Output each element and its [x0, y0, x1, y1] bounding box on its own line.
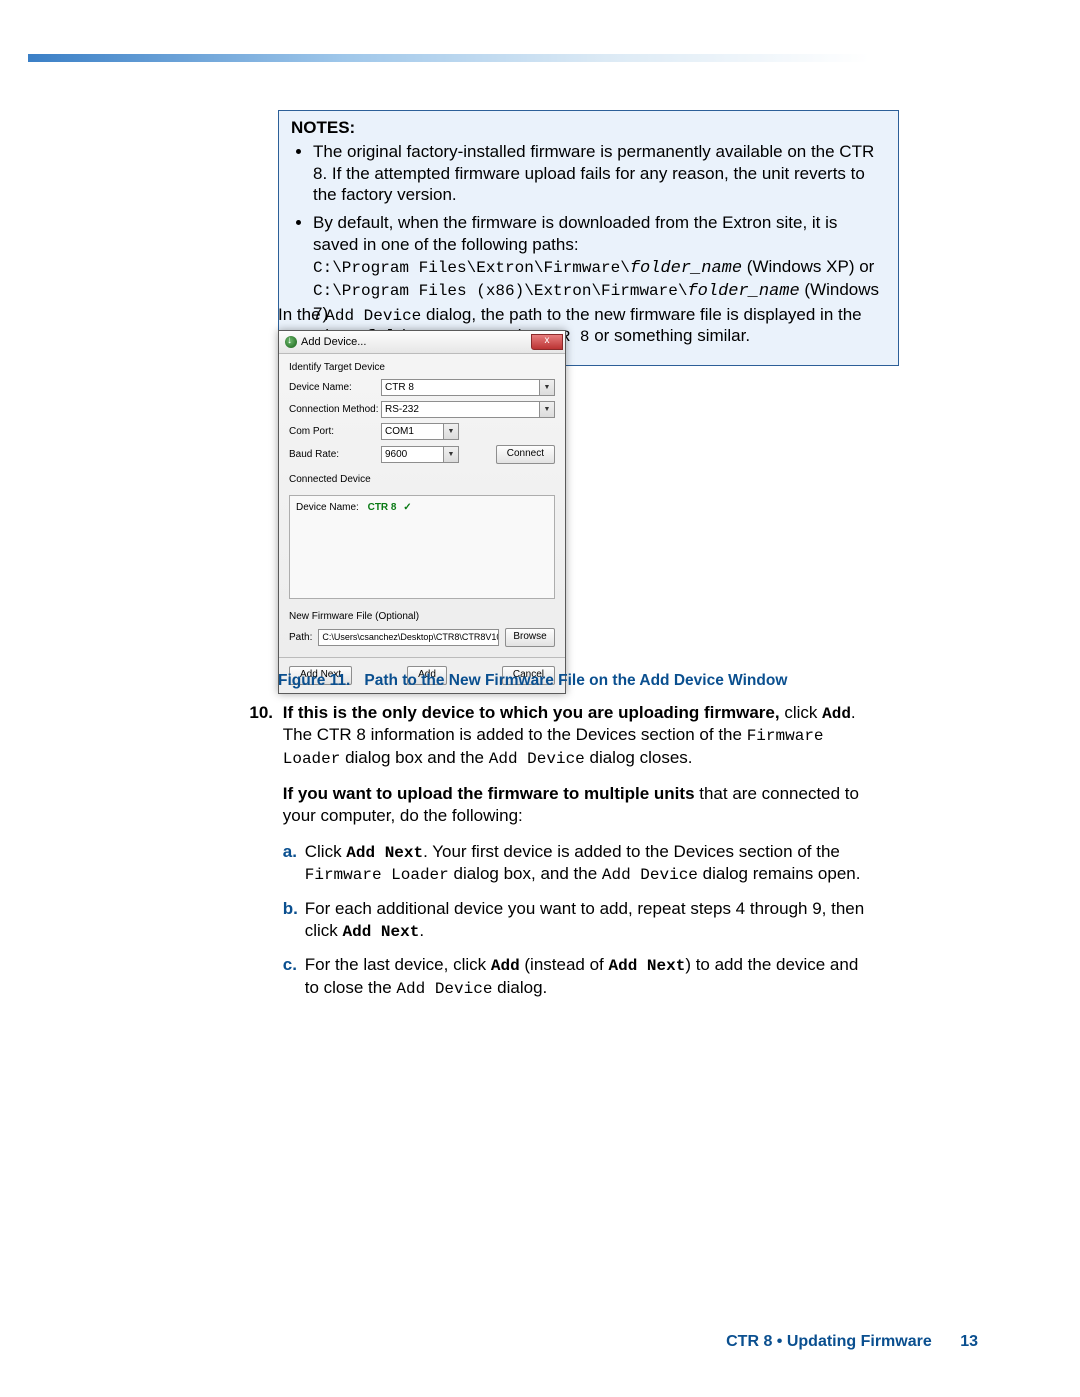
- step-paragraph-1: If this is the only device to which you …: [283, 702, 873, 769]
- baud-rate-select[interactable]: 9600 ▼: [381, 446, 459, 463]
- connection-method-row: Connection Method: RS-232 ▼: [289, 401, 555, 418]
- close-button[interactable]: x: [531, 334, 563, 350]
- notes-path1-suffix: (Windows XP) or: [742, 257, 874, 276]
- connected-device-value: CTR 8: [368, 502, 397, 513]
- sub-a-t2: dialog box, and the: [449, 864, 602, 883]
- sub-a-t3: dialog remains open.: [698, 864, 861, 883]
- figure-label: Figure 11.: [278, 672, 350, 689]
- step-p1-ad: Add Device: [489, 750, 585, 768]
- step-p1-d: dialog closes.: [585, 748, 693, 767]
- baud-rate-label: Baud Rate:: [289, 449, 381, 460]
- sub-a-fw: Firmware Loader: [305, 866, 449, 884]
- device-name-row: Device Name: CTR 8 ▼: [289, 379, 555, 396]
- connection-method-select[interactable]: RS-232 ▼: [381, 401, 555, 418]
- identify-section-label: Identify Target Device: [289, 362, 555, 373]
- com-port-row: Com Port: COM1 ▼: [289, 423, 555, 440]
- connect-button[interactable]: Connect: [496, 445, 555, 464]
- notes-bullet-2-intro: By default, when the firmware is downloa…: [313, 213, 837, 254]
- sub-a-addnext: Add Next: [346, 844, 423, 862]
- sub-c-addnext: Add Next: [609, 957, 686, 975]
- substep-a-marker: a.: [283, 841, 305, 886]
- step-number: 10.: [245, 702, 273, 724]
- step-body: If this is the only device to which you …: [283, 702, 873, 1011]
- dialog-body: Identify Target Device Device Name: CTR …: [279, 354, 565, 657]
- dialog-titlebar-left: Add Device...: [285, 336, 366, 348]
- document-page: NOTES: The original factory-installed fi…: [0, 0, 1080, 1397]
- path-label: Path:: [289, 632, 312, 643]
- step-p1-bold: If this is the only device to which you …: [283, 703, 780, 722]
- add-device-dialog: Add Device... x Identify Target Device D…: [278, 330, 566, 694]
- figure-text: Path to the New Firmware File on the Add…: [364, 672, 787, 689]
- intro-mid: dialog, the path to the new firmware fil…: [421, 305, 861, 324]
- sub-b-addnext: Add Next: [343, 923, 420, 941]
- figure-caption: Figure 11. Path to the New Firmware File …: [278, 672, 873, 690]
- connected-device-label: Device Name:: [296, 502, 359, 513]
- footer-page-number: 13: [960, 1333, 978, 1351]
- substep-c-marker: c.: [283, 954, 305, 999]
- dialog-title: Add Device...: [301, 336, 366, 348]
- page-top-bar: [28, 54, 1080, 62]
- sub-c-t1: (instead of: [520, 955, 609, 974]
- chevron-down-icon: ▼: [539, 402, 554, 417]
- firmware-section: New Firmware File (Optional) Path: C:\Us…: [289, 611, 555, 647]
- notes-path1-folder: folder_name: [630, 259, 742, 278]
- device-name-value: CTR 8: [385, 382, 414, 393]
- sub-c-ad: Add Device: [396, 980, 492, 998]
- com-port-value: COM1: [385, 426, 414, 437]
- notes-path1-pre: C:\Program Files\Extron\Firmware\: [313, 259, 630, 277]
- baud-rate-value: 9600: [385, 449, 407, 460]
- step-p1-c: dialog box and the: [340, 748, 488, 767]
- sub-a-ad: Add Device: [602, 866, 698, 884]
- footer-text: CTR 8 • Updating Firmware: [726, 1333, 932, 1350]
- dialog-titlebar: Add Device... x: [279, 331, 565, 354]
- device-name-label: Device Name:: [289, 382, 381, 393]
- com-port-label: Com Port:: [289, 426, 381, 437]
- substep-c: c. For the last device, click Add (inste…: [283, 954, 873, 999]
- chevron-down-icon: ▼: [443, 447, 458, 462]
- firmware-path-input[interactable]: C:\Users\csanchez\Desktop\CTR8\CTR8V100-: [318, 629, 499, 646]
- firmware-path-row: Path: C:\Users\csanchez\Desktop\CTR8\CTR…: [289, 628, 555, 647]
- connection-method-value: RS-232: [385, 404, 419, 415]
- step-p2-bold: If you want to upload the firmware to mu…: [283, 784, 695, 803]
- sub-a-t0: Click: [305, 842, 347, 861]
- page-footer: CTR 8 • Updating Firmware 13: [726, 1333, 978, 1351]
- substep-c-text: For the last device, click Add (instead …: [305, 954, 873, 999]
- substep-b-marker: b.: [283, 898, 305, 942]
- browse-button[interactable]: Browse: [505, 628, 555, 647]
- firmware-section-label: New Firmware File (Optional): [289, 611, 555, 622]
- notes-bullet-1: The original factory-installed firmware …: [313, 141, 886, 206]
- notes-bullet-1-text: The original factory-installed firmware …: [313, 142, 874, 205]
- intro-pre: In the: [278, 305, 325, 324]
- baud-rate-row: Baud Rate: 9600 ▼ Connect: [289, 445, 555, 464]
- sub-b-t1: .: [419, 921, 424, 940]
- step-p1-a: click: [780, 703, 823, 722]
- connection-method-label: Connection Method:: [289, 404, 381, 415]
- substep-a: a. Click Add Next. Your first device is …: [283, 841, 873, 886]
- notes-path2-pre: C:\Program Files (x86)\Extron\Firmware\: [313, 282, 687, 300]
- sub-c-t0: For the last device, click: [305, 955, 491, 974]
- substep-list: a. Click Add Next. Your first device is …: [283, 841, 873, 999]
- substep-a-text: Click Add Next. Your first device is add…: [305, 841, 873, 886]
- sub-c-add: Add: [491, 957, 520, 975]
- notes-path2-folder: folder_name: [687, 282, 799, 301]
- connected-section-label: Connected Device: [289, 474, 555, 485]
- substep-b-text: For each additional device you want to a…: [305, 898, 873, 942]
- step-10: 10. If this is the only device to which …: [245, 702, 873, 1011]
- substep-b: b. For each additional device you want t…: [283, 898, 873, 942]
- download-icon: [285, 336, 297, 348]
- intro-add-device: Add Device: [325, 307, 421, 325]
- chevron-down-icon: ▼: [539, 380, 554, 395]
- step-p1-add: Add: [822, 705, 851, 723]
- chevron-down-icon: ▼: [443, 424, 458, 439]
- notes-title: NOTES:: [291, 117, 886, 139]
- device-name-select[interactable]: CTR 8 ▼: [381, 379, 555, 396]
- connected-device-panel: Device Name: CTR 8 ✓: [289, 495, 555, 599]
- step-paragraph-2: If you want to upload the firmware to mu…: [283, 783, 873, 827]
- sub-a-t1: . Your first device is added to the Devi…: [423, 842, 840, 861]
- sub-c-t3: dialog.: [492, 978, 547, 997]
- com-port-select[interactable]: COM1 ▼: [381, 423, 459, 440]
- checkmark-icon: ✓: [403, 502, 411, 513]
